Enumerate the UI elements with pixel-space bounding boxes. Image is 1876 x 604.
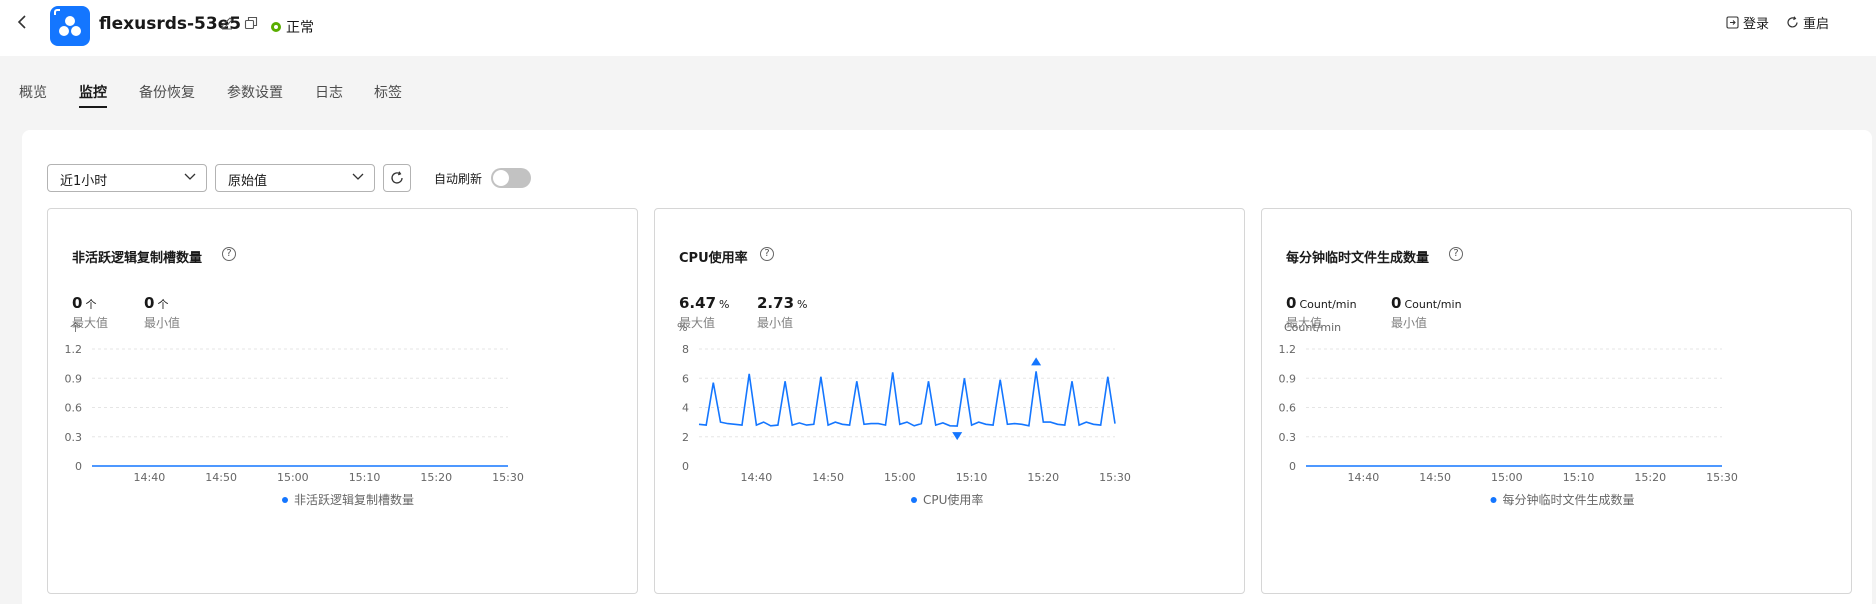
value-type-value: 原始值 bbox=[228, 174, 268, 189]
x-tick-label: 14:40 bbox=[134, 471, 166, 484]
restart-button[interactable]: 重启 bbox=[1786, 13, 1829, 32]
chevron-down-icon bbox=[352, 168, 364, 189]
x-tick-label: 15:00 bbox=[884, 471, 916, 484]
tab-bar: 概览 监控 备份恢复 参数设置 日志 标签 bbox=[0, 56, 1876, 110]
status-dot-icon bbox=[271, 22, 281, 32]
legend-dot bbox=[282, 497, 288, 503]
legend-dot bbox=[1490, 497, 1497, 503]
metric-card-inactive-slots: 非活跃逻辑复制槽数量 ? 0个 最大值 0个 最小值 个 0 0.3 0.6 0.9 1.… bbox=[47, 208, 638, 594]
rds-logo-icon bbox=[50, 6, 90, 46]
tab-monitoring[interactable]: 监控 bbox=[79, 82, 107, 102]
login-label: 登录 bbox=[1743, 17, 1770, 32]
y-tick-label: 0 bbox=[682, 460, 689, 473]
y-tick-label: 0.9 bbox=[65, 372, 83, 385]
min-marker-icon bbox=[952, 432, 963, 441]
y-tick-label: 1.2 bbox=[1279, 343, 1297, 356]
legend-label: 每分钟临时文件生成数量 bbox=[1503, 492, 1635, 507]
x-tick-label: 15:10 bbox=[349, 471, 381, 484]
metric-card-cpu: CPU使用率 ? 6.47% 最大值 2.73% 最小值 % 0 2 4 6 8 14:40… bbox=[654, 208, 1245, 594]
legend-label: 非活跃逻辑复制槽数量 bbox=[294, 492, 414, 507]
refresh-icon bbox=[391, 171, 403, 184]
series-line bbox=[698, 371, 1116, 427]
y-tick-label: 0.3 bbox=[1279, 431, 1297, 444]
x-tick-label: 15:20 bbox=[1634, 471, 1666, 484]
restart-icon bbox=[1787, 16, 1798, 28]
tab-tags[interactable]: 标签 bbox=[374, 82, 402, 102]
edit-icon[interactable] bbox=[219, 16, 235, 32]
y-tick-label: 4 bbox=[682, 402, 689, 415]
x-tick-label: 14:50 bbox=[812, 471, 844, 484]
y-axis-unit: 个 bbox=[70, 321, 81, 334]
copy-icon[interactable] bbox=[243, 16, 259, 32]
chevron-down-icon bbox=[184, 168, 196, 189]
legend-label: CPU使用率 bbox=[923, 492, 983, 507]
y-tick-label: 6 bbox=[682, 372, 689, 385]
x-tick-label: 15:30 bbox=[1099, 471, 1131, 484]
line-chart: % 0 2 4 6 8 14:40 14:50 15:00 15:10 15:20 15:30 CPU使… bbox=[677, 321, 1131, 507]
back-button[interactable] bbox=[16, 12, 36, 32]
x-tick-label: 15:00 bbox=[1491, 471, 1523, 484]
x-tick-label: 15:00 bbox=[277, 471, 309, 484]
auto-refresh-label: 自动刷新 bbox=[434, 172, 483, 186]
y-tick-label: 2 bbox=[682, 431, 689, 444]
header-bar: flexusrds-53e5 正常 登录 重启 bbox=[0, 0, 1876, 56]
y-tick-label: 8 bbox=[682, 343, 689, 356]
x-tick-label: 15:10 bbox=[1563, 471, 1595, 484]
x-tick-label: 14:40 bbox=[1348, 471, 1380, 484]
x-tick-label: 15:20 bbox=[420, 471, 452, 484]
y-tick-label: 0 bbox=[75, 460, 82, 473]
x-tick-label: 15:30 bbox=[1706, 471, 1738, 484]
refresh-button[interactable] bbox=[383, 164, 411, 192]
restart-label: 重启 bbox=[1803, 17, 1830, 32]
auto-refresh-toggle[interactable] bbox=[491, 168, 531, 188]
tab-parameters[interactable]: 参数设置 bbox=[227, 82, 283, 102]
x-tick-label: 14:50 bbox=[205, 471, 237, 484]
x-tick-label: 15:30 bbox=[492, 471, 524, 484]
login-button[interactable]: 登录 bbox=[1726, 13, 1769, 32]
x-tick-label: 14:50 bbox=[1419, 471, 1451, 484]
x-tick-label: 15:20 bbox=[1027, 471, 1059, 484]
tab-overview[interactable]: 概览 bbox=[19, 82, 47, 102]
x-tick-label: 14:40 bbox=[741, 471, 773, 484]
active-tab-indicator bbox=[79, 106, 107, 108]
tab-backup-restore[interactable]: 备份恢复 bbox=[139, 82, 195, 102]
line-chart: 个 0 0.3 0.6 0.9 1.2 14:40 14:50 15:00 15:10 15:20 1… bbox=[65, 321, 524, 507]
y-axis-unit: % bbox=[677, 321, 687, 334]
line-chart: Count/min 0 0.3 0.6 0.9 1.2 14:40 14:50 15:00 15:… bbox=[1279, 321, 1738, 507]
chevron-left-icon bbox=[17, 15, 26, 29]
y-tick-label: 0 bbox=[1289, 460, 1296, 473]
login-icon bbox=[1726, 16, 1739, 29]
y-tick-label: 0.9 bbox=[1279, 372, 1297, 385]
metric-card-temp-files: 每分钟临时文件生成数量 ? 0 Count/min 最大值 0 Count/min … bbox=[1261, 208, 1852, 594]
y-axis-unit: Count/min bbox=[1284, 321, 1341, 334]
y-tick-label: 0.6 bbox=[1279, 402, 1297, 415]
tab-logs[interactable]: 日志 bbox=[315, 82, 343, 102]
y-tick-label: 0.6 bbox=[65, 402, 83, 415]
y-tick-label: 1.2 bbox=[65, 343, 83, 356]
x-tick-label: 15:10 bbox=[956, 471, 988, 484]
time-range-select[interactable]: 近1小时 bbox=[47, 164, 207, 192]
legend-dot bbox=[911, 497, 917, 503]
status-badge: 正常 bbox=[286, 20, 314, 36]
time-range-value: 近1小时 bbox=[60, 174, 108, 189]
value-type-select[interactable]: 原始值 bbox=[215, 164, 375, 192]
max-marker-icon bbox=[1031, 357, 1042, 366]
y-tick-label: 0.3 bbox=[65, 431, 83, 444]
